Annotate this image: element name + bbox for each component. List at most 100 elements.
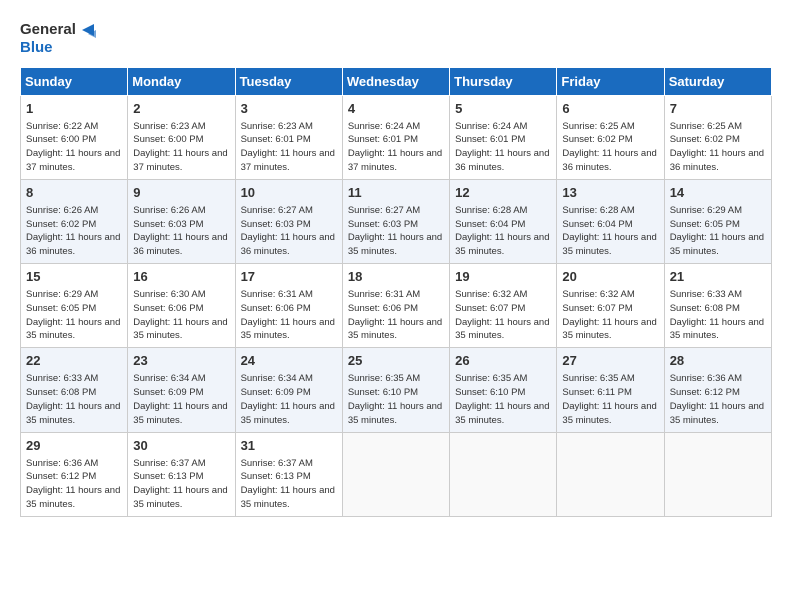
day-number: 31: [241, 437, 337, 455]
header-day-wednesday: Wednesday: [342, 67, 449, 95]
calendar-cell: 18Sunrise: 6:31 AMSunset: 6:06 PMDayligh…: [342, 264, 449, 348]
day-info: Sunrise: 6:23 AMSunset: 6:00 PMDaylight:…: [133, 120, 229, 175]
day-info: Sunrise: 6:37 AMSunset: 6:13 PMDaylight:…: [241, 457, 337, 512]
calendar-cell: 11 Sunrise: 6:27 AMSunset: 6:03 PMDayligh…: [342, 179, 449, 263]
week-row-4: 22 Sunrise: 6:33 AMSunset: 6:08 PMDayligh…: [21, 348, 772, 432]
day-info: Sunrise: 6:24 AMSunset: 6:01 PMDaylight:…: [455, 120, 551, 175]
day-number: 17: [241, 268, 337, 286]
day-info: Sunrise: 6:37 AMSunset: 6:13 PMDaylight:…: [133, 457, 229, 512]
calendar-cell: 27Sunrise: 6:35 AMSunset: 6:11 PMDayligh…: [557, 348, 664, 432]
calendar-cell: 31 Sunrise: 6:37 AMSunset: 6:13 PMDayligh…: [235, 432, 342, 516]
day-info: Sunrise: 6:32 AMSunset: 6:07 PMDaylight:…: [455, 288, 551, 343]
day-number: 24: [241, 352, 337, 370]
day-info: Sunrise: 6:23 AMSunset: 6:01 PMDaylight:…: [241, 120, 337, 175]
calendar-cell: 3 Sunrise: 6:23 AMSunset: 6:01 PMDaylight…: [235, 95, 342, 179]
day-info: Sunrise: 6:25 AMSunset: 6:02 PMDaylight:…: [670, 120, 766, 175]
calendar-cell: 17 Sunrise: 6:31 AMSunset: 6:06 PMDayligh…: [235, 264, 342, 348]
day-info: Sunrise: 6:35 AMSunset: 6:11 PMDaylight:…: [562, 372, 658, 427]
day-info: Sunrise: 6:32 AMSunset: 6:07 PMDaylight:…: [562, 288, 658, 343]
logo: General Blue: [20, 20, 98, 57]
day-number: 22: [26, 352, 122, 370]
calendar-cell: 29Sunrise: 6:36 AMSunset: 6:12 PMDayligh…: [21, 432, 128, 516]
calendar-cell: 9 Sunrise: 6:26 AMSunset: 6:03 PMDaylight…: [128, 179, 235, 263]
day-number: 19: [455, 268, 551, 286]
day-number: 3: [241, 100, 337, 118]
day-info: Sunrise: 6:29 AMSunset: 6:05 PMDaylight:…: [670, 204, 766, 259]
day-number: 6: [562, 100, 658, 118]
calendar-cell: 16 Sunrise: 6:30 AMSunset: 6:06 PMDayligh…: [128, 264, 235, 348]
day-info: Sunrise: 6:28 AMSunset: 6:04 PMDaylight:…: [562, 204, 658, 259]
day-number: 26: [455, 352, 551, 370]
calendar-cell: [342, 432, 449, 516]
calendar-cell: 28 Sunrise: 6:36 AMSunset: 6:12 PMDayligh…: [664, 348, 771, 432]
calendar-cell: 4 Sunrise: 6:24 AMSunset: 6:01 PMDaylight…: [342, 95, 449, 179]
week-row-5: 29Sunrise: 6:36 AMSunset: 6:12 PMDayligh…: [21, 432, 772, 516]
day-info: Sunrise: 6:26 AMSunset: 6:03 PMDaylight:…: [133, 204, 229, 259]
day-number: 30: [133, 437, 229, 455]
day-info: Sunrise: 6:35 AMSunset: 6:10 PMDaylight:…: [455, 372, 551, 427]
logo-text: General Blue: [20, 20, 98, 57]
day-info: Sunrise: 6:34 AMSunset: 6:09 PMDaylight:…: [133, 372, 229, 427]
day-number: 8: [26, 184, 122, 202]
header-day-sunday: Sunday: [21, 67, 128, 95]
day-number: 9: [133, 184, 229, 202]
day-number: 4: [348, 100, 444, 118]
calendar-cell: 20 Sunrise: 6:32 AMSunset: 6:07 PMDayligh…: [557, 264, 664, 348]
day-number: 25: [348, 352, 444, 370]
calendar-cell: 1 Sunrise: 6:22 AMSunset: 6:00 PMDaylight…: [21, 95, 128, 179]
week-row-2: 8 Sunrise: 6:26 AMSunset: 6:02 PMDaylight…: [21, 179, 772, 263]
calendar-cell: [450, 432, 557, 516]
day-number: 1: [26, 100, 122, 118]
day-number: 16: [133, 268, 229, 286]
page-header: General Blue: [20, 20, 772, 57]
calendar-cell: 26 Sunrise: 6:35 AMSunset: 6:10 PMDayligh…: [450, 348, 557, 432]
header-day-tuesday: Tuesday: [235, 67, 342, 95]
day-info: Sunrise: 6:33 AMSunset: 6:08 PMDaylight:…: [670, 288, 766, 343]
day-number: 20: [562, 268, 658, 286]
day-number: 13: [562, 184, 658, 202]
day-number: 11: [348, 184, 444, 202]
day-number: 21: [670, 268, 766, 286]
calendar-cell: 13 Sunrise: 6:28 AMSunset: 6:04 PMDayligh…: [557, 179, 664, 263]
day-info: Sunrise: 6:30 AMSunset: 6:06 PMDaylight:…: [133, 288, 229, 343]
calendar-cell: 25 Sunrise: 6:35 AMSunset: 6:10 PMDayligh…: [342, 348, 449, 432]
day-number: 5: [455, 100, 551, 118]
calendar-cell: 24 Sunrise: 6:34 AMSunset: 6:09 PMDayligh…: [235, 348, 342, 432]
calendar-cell: 22 Sunrise: 6:33 AMSunset: 6:08 PMDayligh…: [21, 348, 128, 432]
day-number: 23: [133, 352, 229, 370]
calendar-body: 1 Sunrise: 6:22 AMSunset: 6:00 PMDaylight…: [21, 95, 772, 516]
day-info: Sunrise: 6:34 AMSunset: 6:09 PMDaylight:…: [241, 372, 337, 427]
day-info: Sunrise: 6:27 AMSunset: 6:03 PMDaylight:…: [348, 204, 444, 259]
day-info: Sunrise: 6:31 AMSunset: 6:06 PMDaylight:…: [241, 288, 337, 343]
calendar-cell: 2 Sunrise: 6:23 AMSunset: 6:00 PMDaylight…: [128, 95, 235, 179]
day-info: Sunrise: 6:35 AMSunset: 6:10 PMDaylight:…: [348, 372, 444, 427]
day-number: 2: [133, 100, 229, 118]
day-info: Sunrise: 6:25 AMSunset: 6:02 PMDaylight:…: [562, 120, 658, 175]
day-number: 28: [670, 352, 766, 370]
day-info: Sunrise: 6:29 AMSunset: 6:05 PMDaylight:…: [26, 288, 122, 343]
calendar-cell: 19 Sunrise: 6:32 AMSunset: 6:07 PMDayligh…: [450, 264, 557, 348]
header-day-friday: Friday: [557, 67, 664, 95]
day-number: 29: [26, 437, 122, 455]
day-info: Sunrise: 6:26 AMSunset: 6:02 PMDaylight:…: [26, 204, 122, 259]
day-info: Sunrise: 6:28 AMSunset: 6:04 PMDaylight:…: [455, 204, 551, 259]
header-day-thursday: Thursday: [450, 67, 557, 95]
calendar-cell: [664, 432, 771, 516]
day-number: 15: [26, 268, 122, 286]
day-info: Sunrise: 6:22 AMSunset: 6:00 PMDaylight:…: [26, 120, 122, 175]
day-number: 12: [455, 184, 551, 202]
calendar-cell: 30 Sunrise: 6:37 AMSunset: 6:13 PMDayligh…: [128, 432, 235, 516]
calendar-cell: 15 Sunrise: 6:29 AMSunset: 6:05 PMDayligh…: [21, 264, 128, 348]
day-info: Sunrise: 6:27 AMSunset: 6:03 PMDaylight:…: [241, 204, 337, 259]
calendar-cell: 14Sunrise: 6:29 AMSunset: 6:05 PMDayligh…: [664, 179, 771, 263]
week-row-3: 15 Sunrise: 6:29 AMSunset: 6:05 PMDayligh…: [21, 264, 772, 348]
day-info: Sunrise: 6:36 AMSunset: 6:12 PMDaylight:…: [670, 372, 766, 427]
day-info: Sunrise: 6:24 AMSunset: 6:01 PMDaylight:…: [348, 120, 444, 175]
day-number: 18: [348, 268, 444, 286]
calendar-cell: [557, 432, 664, 516]
day-info: Sunrise: 6:33 AMSunset: 6:08 PMDaylight:…: [26, 372, 122, 427]
calendar-cell: 6 Sunrise: 6:25 AMSunset: 6:02 PMDaylight…: [557, 95, 664, 179]
calendar-cell: 21 Sunrise: 6:33 AMSunset: 6:08 PMDayligh…: [664, 264, 771, 348]
calendar-cell: 7Sunrise: 6:25 AMSunset: 6:02 PMDaylight…: [664, 95, 771, 179]
calendar-cell: 5 Sunrise: 6:24 AMSunset: 6:01 PMDaylight…: [450, 95, 557, 179]
